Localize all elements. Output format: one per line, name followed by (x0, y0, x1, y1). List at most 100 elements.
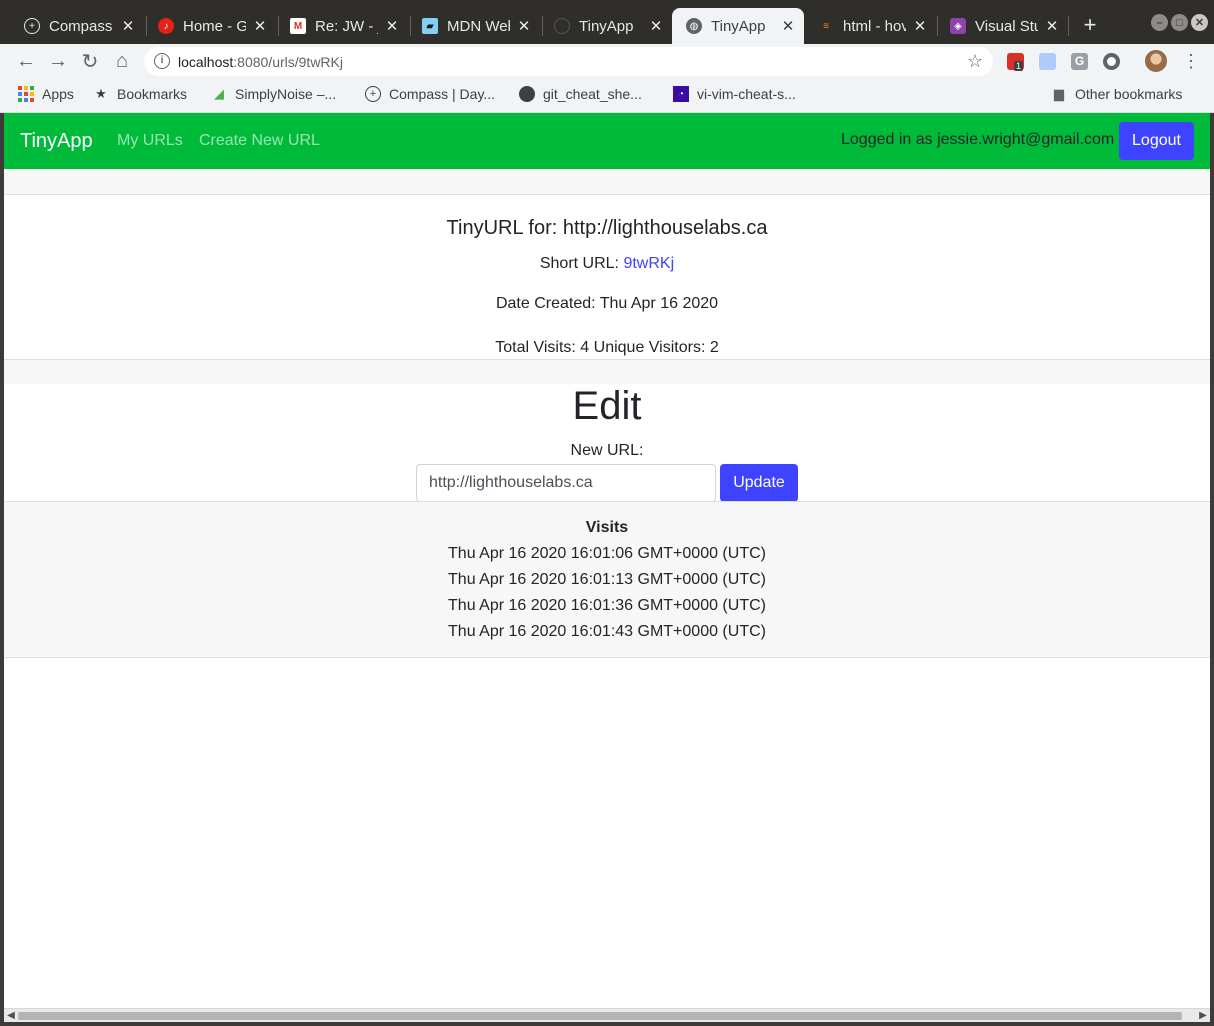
address-bar[interactable]: i localhost:8080/urls/9twRKj ☆ (144, 47, 993, 76)
globe-icon: ◍ (686, 18, 702, 34)
info-icon[interactable]: i (154, 53, 170, 69)
tab-label: MDN Web (447, 17, 510, 35)
url-host: localhost (178, 54, 234, 70)
visits-section: Visits Thu Apr 16 2020 16:01:06 GMT+0000… (4, 501, 1210, 658)
tab-label: TinyApp (711, 17, 766, 35)
short-url-label: Short URL: (539, 255, 624, 272)
bookmark-label: Other bookmarks (1075, 86, 1183, 102)
tab-divider (1068, 16, 1069, 36)
horizontal-scrollbar[interactable]: ◀ ▶ (4, 1008, 1210, 1022)
bookmark-apps[interactable]: Apps (18, 86, 74, 102)
extension-record-icon[interactable] (1103, 53, 1120, 70)
compass-icon: + (365, 86, 381, 102)
tab-mdn[interactable]: ▰ MDN Web ✕ (408, 8, 540, 44)
profile-avatar[interactable] (1145, 50, 1167, 72)
visits-heading: Visits (585, 519, 629, 536)
close-icon[interactable]: ✕ (780, 17, 796, 35)
nav-create-new-url[interactable]: Create New URL (199, 132, 320, 150)
tab-label: Compass | (49, 17, 114, 35)
visit-row: Thu Apr 16 2020 16:01:36 GMT+0000 (UTC) (448, 597, 766, 614)
minimize-icon[interactable]: – (1151, 14, 1168, 31)
brand-link[interactable]: TinyApp (20, 130, 93, 153)
bookmark-compass[interactable]: + Compass | Day... (365, 86, 495, 102)
bookmark-star-icon[interactable]: ☆ (967, 51, 983, 72)
scrollbar-thumb[interactable] (18, 1012, 1182, 1020)
nav-my-urls[interactable]: My URLs (117, 132, 183, 150)
bookmark-label: git_cheat_she... (543, 86, 642, 102)
back-icon[interactable]: ← (14, 49, 38, 73)
new-url-label: New URL: (570, 442, 644, 459)
scroll-right-icon[interactable]: ▶ (1197, 1010, 1209, 1021)
gmail-icon: M (290, 18, 306, 34)
url-path: :8080/urls/9twRKj (233, 54, 343, 70)
tab-strip: + Compass | ✕ ♪ Home - Go ✕ M Re: JW - j… (0, 0, 1214, 44)
maximize-icon[interactable]: □ (1171, 14, 1188, 31)
bookmark-git-cheat[interactable]: git_cheat_she... (519, 86, 642, 102)
page-viewport: TinyApp My URLs Create New URL Logged in… (4, 113, 1210, 1008)
folder-icon: ▆ (1054, 86, 1064, 101)
card-footer-band (4, 360, 1210, 384)
bookmark-label: SimplyNoise –... (235, 86, 337, 102)
new-tab-icon[interactable]: + (1078, 12, 1102, 38)
extension-badge: 1 (1014, 61, 1024, 71)
forward-icon[interactable]: → (46, 49, 70, 73)
address-url[interactable]: localhost:8080/urls/9twRKj (178, 54, 343, 70)
tab-gmail[interactable]: M Re: JW - je ✕ (276, 8, 408, 44)
reload-icon[interactable]: ↻ (78, 49, 102, 73)
tab-compass[interactable]: + Compass | ✕ (10, 8, 144, 44)
scroll-left-icon[interactable]: ◀ (5, 1010, 17, 1021)
music-icon: ♪ (158, 18, 174, 34)
bookmark-label: Compass | Day... (389, 86, 496, 102)
extension-todo-icon[interactable]: 1 (1007, 53, 1024, 71)
extension-grammar-icon[interactable]: G (1071, 53, 1088, 70)
bookmark-vim-cheat[interactable]: ◔ vi-vim-cheat-s... (673, 86, 796, 102)
github-icon (519, 86, 535, 102)
app-navbar: TinyApp My URLs Create New URL Logged in… (4, 113, 1210, 169)
stackoverflow-icon: ≡ (823, 20, 829, 32)
visit-row: Thu Apr 16 2020 16:01:06 GMT+0000 (UTC) (448, 545, 766, 562)
close-icon[interactable]: ✕ (384, 17, 400, 35)
tab-stackoverflow[interactable]: ≡ html - hov ✕ (804, 8, 936, 44)
tab-vscode[interactable]: ◈ Visual Stu ✕ (936, 8, 1068, 44)
menu-kebab-icon[interactable]: ⋮ (1182, 50, 1200, 72)
close-icon[interactable]: ✕ (120, 17, 136, 35)
star-icon: ★ (95, 86, 107, 101)
short-url-line: Short URL: 9twRKj (4, 255, 1210, 273)
close-icon[interactable]: ✕ (516, 17, 532, 35)
browser-toolbar: ← → ↻ ⌂ i localhost:8080/urls/9twRKj ☆ 1… (0, 44, 1214, 78)
tab-label: Home - Go (183, 17, 246, 35)
window-close-icon[interactable]: ✕ (1191, 14, 1208, 31)
bookmark-other[interactable]: ▆ Other bookmarks (1051, 86, 1182, 102)
github-icon (554, 18, 570, 34)
close-icon[interactable]: ✕ (252, 17, 268, 35)
new-url-input[interactable] (416, 464, 716, 502)
mdn-icon: ▰ (422, 18, 438, 34)
logged-in-status: Logged in as jessie.wright@gmail.com (841, 131, 1115, 148)
update-button[interactable]: Update (720, 464, 798, 502)
url-details-card: TinyURL for: http://lighthouselabs.ca Sh… (4, 194, 1210, 360)
tab-home[interactable]: ♪ Home - Go ✕ (144, 8, 276, 44)
speaker-icon: ◢ (214, 86, 224, 101)
tab-tinyapp-active[interactable]: ◍ TinyApp ✕ (672, 8, 804, 44)
bookmark-simplynoise[interactable]: ◢ SimplyNoise –... (211, 86, 336, 102)
tab-label: html - hov (843, 17, 906, 35)
close-icon[interactable]: ✕ (912, 17, 928, 35)
bookmark-bookmarks[interactable]: ★ Bookmarks (93, 86, 187, 102)
bookmarks-bar: Apps ★ Bookmarks ◢ SimplyNoise –... + Co… (0, 78, 1214, 113)
extension-translate-icon[interactable] (1039, 53, 1056, 70)
card-title: TinyURL for: http://lighthouselabs.ca (446, 217, 768, 239)
home-icon[interactable]: ⌂ (110, 49, 134, 73)
apps-grid-icon (18, 86, 34, 102)
visit-summary: Total Visits: 4 Unique Visitors: 2 (495, 339, 719, 356)
tab-label: Re: JW - je (315, 17, 378, 35)
logout-button[interactable]: Logout (1119, 122, 1194, 160)
vim-icon: ◔ (673, 86, 689, 102)
vscode-icon: ◈ (950, 18, 966, 34)
tab-label: Visual Stu (975, 17, 1038, 35)
compass-icon: + (24, 18, 40, 34)
short-url-link[interactable]: 9twRKj (623, 255, 674, 272)
card-header-band (4, 169, 1210, 194)
close-icon[interactable]: ✕ (1044, 17, 1060, 35)
tab-tinyapp-github[interactable]: TinyApp ✕ (540, 8, 672, 44)
close-icon[interactable]: ✕ (648, 17, 664, 35)
